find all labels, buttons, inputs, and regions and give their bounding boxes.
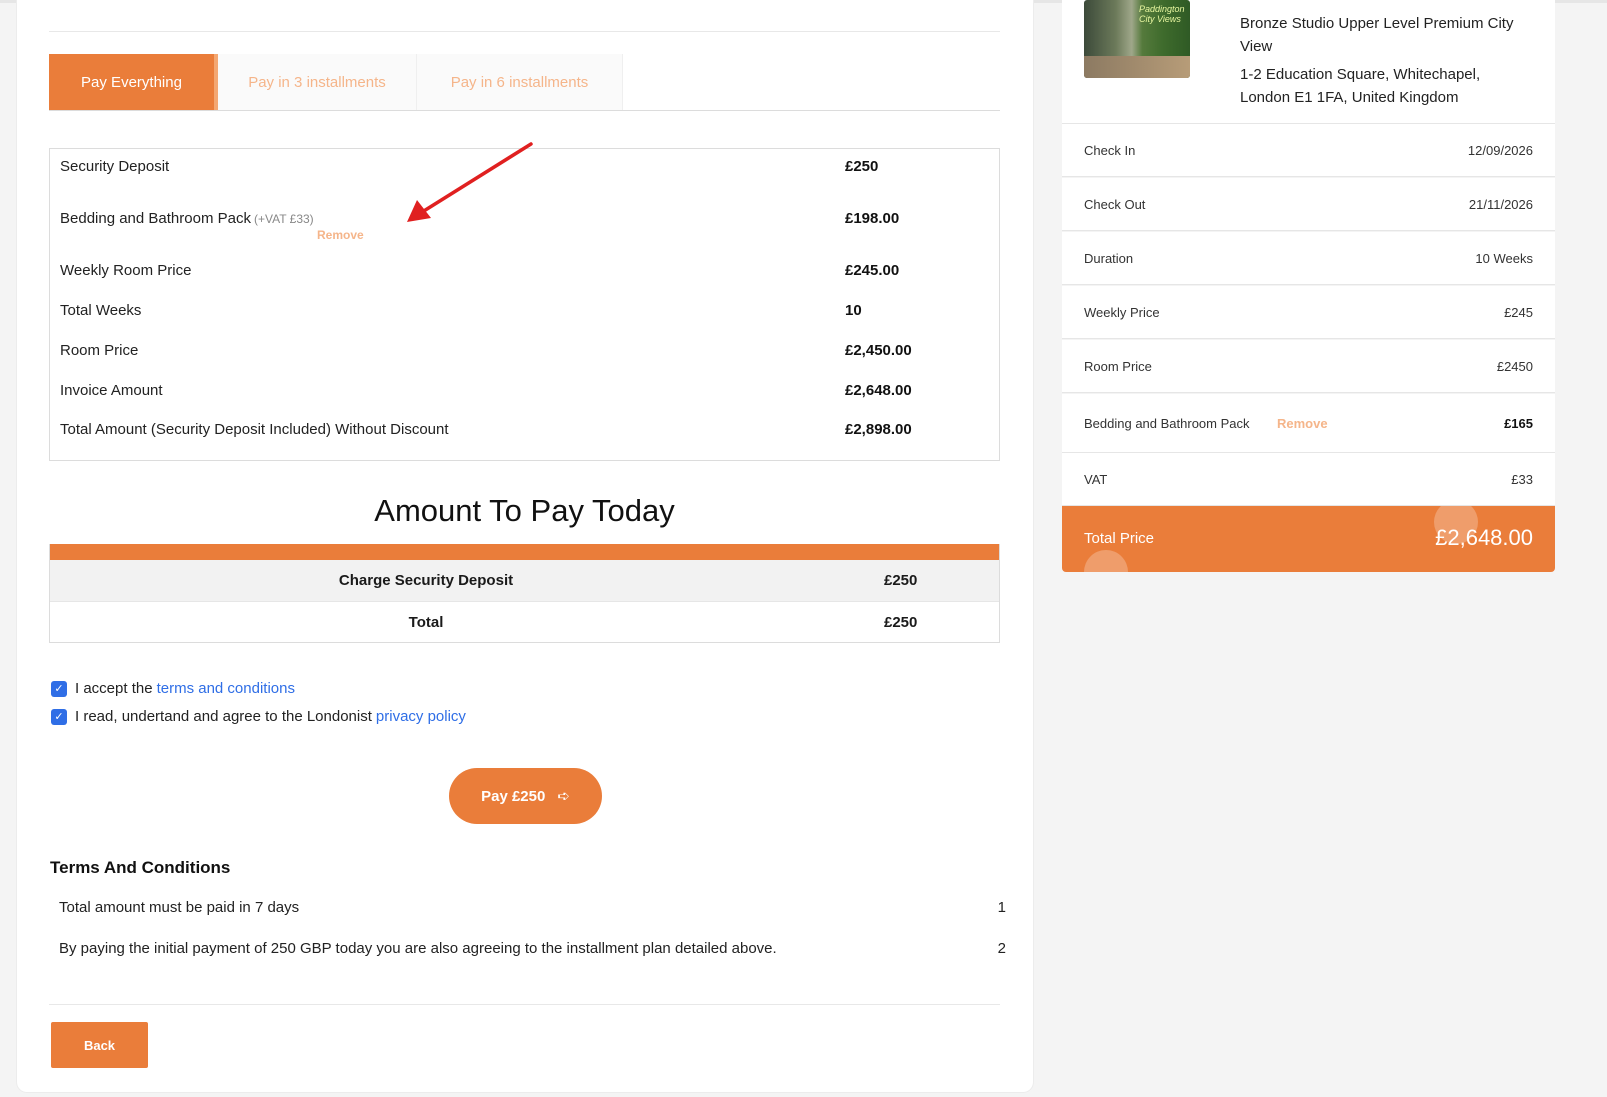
row-label: Security Deposit (60, 157, 170, 175)
pay-button-label: Pay £250 (481, 787, 546, 805)
checkmark-icon: ✓ (54, 683, 64, 695)
total-price-box: Total Price £2,648.00 (1062, 506, 1555, 572)
tab-pay-everything[interactable]: Pay Everything (49, 54, 218, 110)
privacy-prefix: I read, undertand and agree to the Londo… (75, 708, 372, 725)
row-label: Invoice Amount (60, 381, 163, 399)
remove-bedding-link[interactable]: Remove (317, 228, 364, 242)
row-room-price: Room Price £2,450.00 (50, 338, 999, 362)
summary-row-bedding: Bedding and Bathroom Pack Remove £165 (1062, 394, 1555, 453)
terms-item-text: By paying the initial payment of 250 GBP… (59, 940, 777, 957)
row-label: VAT (1084, 472, 1108, 487)
payment-plan-tabs: Pay Everything Pay in 3 installments Pay… (49, 54, 1000, 111)
table-header-bar (50, 544, 999, 560)
row-total-weeks: Total Weeks 10 (50, 298, 999, 322)
total-price-label: Total Price (1084, 530, 1155, 547)
row-value: £250 (845, 157, 879, 175)
summary-row-vat: VAT £33 (1062, 453, 1555, 506)
row-label: Total (408, 613, 444, 631)
property-header: Paddington City Views Bronze Studio Uppe… (1062, 0, 1555, 124)
terms-agreement: ✓ I accept the terms and conditions (51, 680, 295, 697)
summary-row-weekly-price: Weekly Price £245 (1062, 286, 1555, 339)
row-value: £2,648.00 (845, 381, 912, 399)
row-value: £2,898.00 (845, 420, 912, 438)
row-value: £2450 (1496, 359, 1533, 374)
row-value: £245 (1504, 305, 1533, 320)
row-value: £33 (1511, 472, 1533, 487)
back-button[interactable]: Back (51, 1022, 148, 1068)
row-value: £165 (1504, 416, 1533, 431)
row-total-amount: Total Amount (Security Deposit Included)… (50, 417, 999, 441)
terms-item: By paying the initial payment of 250 GBP… (59, 940, 1006, 957)
row-value: £250 (884, 613, 918, 631)
row-label: Total Amount (Security Deposit Included)… (60, 420, 449, 438)
vat-note: (+VAT £33) (253, 211, 314, 226)
row-label: Weekly Price (1084, 305, 1160, 320)
amount-today-table: Charge Security Deposit £250 Total £250 (49, 544, 1000, 643)
terms-item: Total amount must be paid in 7 days 1 (59, 899, 1006, 916)
row-label: Bedding and Bathroom Pack (+VAT £33) (60, 210, 314, 227)
row-value: £245.00 (845, 261, 900, 279)
property-title: Bronze Studio Upper Level Premium City V… (1240, 15, 1514, 55)
row-value: 21/11/2026 (1468, 197, 1533, 212)
summary-row-room-price: Room Price £2450 (1062, 340, 1555, 393)
terms-checkbox[interactable]: ✓ (51, 680, 67, 697)
row-label: Duration (1084, 251, 1134, 266)
row-value: £198.00 (845, 209, 900, 227)
booking-summary: Paddington City Views Bronze Studio Uppe… (1062, 0, 1555, 572)
privacy-agreement: ✓ I read, undertand and agree to the Lon… (51, 708, 466, 725)
divider (49, 1004, 1000, 1005)
terms-prefix: I accept the (75, 680, 153, 697)
privacy-checkbox[interactable]: ✓ (51, 708, 67, 725)
terms-link[interactable]: terms and conditions (157, 680, 295, 697)
arrow-right-circle-icon: ➪ (557, 788, 570, 805)
amount-today-title: Amount To Pay Today (374, 493, 675, 528)
row-value: 12/09/2026 (1467, 143, 1533, 158)
row-label: Check Out (1084, 197, 1146, 212)
row-value: 10 (845, 301, 862, 319)
divider (49, 31, 1000, 32)
terms-item-number: 1 (997, 899, 1006, 916)
bedding-label: Bedding and Bathroom Pack (60, 209, 251, 227)
privacy-link[interactable]: privacy policy (376, 708, 466, 725)
row-weekly-room-price: Weekly Room Price £245.00 (50, 258, 999, 282)
row-label: Charge Security Deposit (338, 572, 514, 589)
thumbnail-sign: Paddington City Views (1139, 4, 1185, 24)
row-label: Room Price (1084, 359, 1152, 374)
row-label: Check In (1084, 143, 1136, 158)
property-address: 1-2 Education Square, Whitechapel, Londo… (1240, 66, 1481, 106)
tab-pay-6-installments[interactable]: Pay in 6 installments (417, 54, 623, 110)
row-value: £250 (884, 572, 918, 589)
row-charge-security-deposit: Charge Security Deposit £250 (50, 560, 999, 601)
remove-bedding-summary-link[interactable]: Remove (1277, 416, 1328, 431)
tab-pay-3-installments[interactable]: Pay in 3 installments (218, 54, 417, 110)
payment-card: Pay Everything Pay in 3 installments Pay… (17, 0, 1033, 1092)
row-label: Bedding and Bathroom Pack (1084, 416, 1250, 431)
thumbnail-floor (1084, 56, 1190, 78)
row-value: 10 Weeks (1475, 251, 1533, 266)
row-label: Weekly Room Price (60, 261, 192, 279)
decorative-bubble (1084, 550, 1128, 572)
row-label: Room Price (60, 341, 139, 359)
property-thumbnail: Paddington City Views (1084, 0, 1190, 78)
pay-button[interactable]: Pay £250 ➪ (449, 768, 602, 824)
terms-title: Terms And Conditions (50, 858, 231, 877)
terms-item-text: Total amount must be paid in 7 days (59, 899, 300, 916)
terms-item-number: 2 (997, 940, 1006, 957)
row-label: Total Weeks (60, 301, 142, 319)
total-price-value: £2,648.00 (1435, 525, 1533, 550)
summary-row-check-out: Check Out 21/11/2026 (1062, 178, 1555, 231)
row-today-total: Total £250 (50, 601, 999, 642)
checkmark-icon: ✓ (54, 711, 64, 723)
row-invoice-amount: Invoice Amount £2,648.00 (50, 378, 999, 402)
summary-row-duration: Duration 10 Weeks (1062, 232, 1555, 285)
red-arrow-annotation (407, 142, 533, 222)
row-value: £2,450.00 (845, 341, 912, 359)
summary-row-check-in: Check In 12/09/2026 (1062, 124, 1555, 177)
